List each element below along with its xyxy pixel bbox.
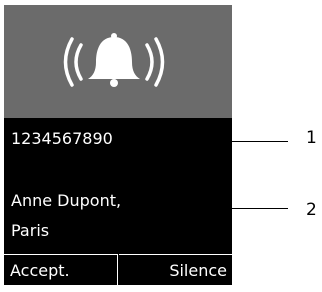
- callout-line-2: [222, 208, 288, 209]
- callout-label-1: 1: [306, 128, 317, 148]
- silence-button[interactable]: Silence: [119, 254, 232, 285]
- softkey-bar: Accept. Silence: [4, 254, 232, 285]
- caller-number: 1234567890: [11, 129, 113, 148]
- caller-name: Anne Dupont,: [11, 191, 122, 210]
- phone-display: 1234567890 Anne Dupont, Paris Accept. Si…: [4, 5, 232, 285]
- callout-line-1: [222, 141, 288, 142]
- accept-button[interactable]: Accept.: [4, 254, 118, 285]
- ringing-bell-icon: [63, 33, 165, 87]
- incoming-call-banner: [4, 5, 232, 118]
- callout-label-2: 2: [306, 200, 317, 220]
- caller-city: Paris: [11, 221, 50, 240]
